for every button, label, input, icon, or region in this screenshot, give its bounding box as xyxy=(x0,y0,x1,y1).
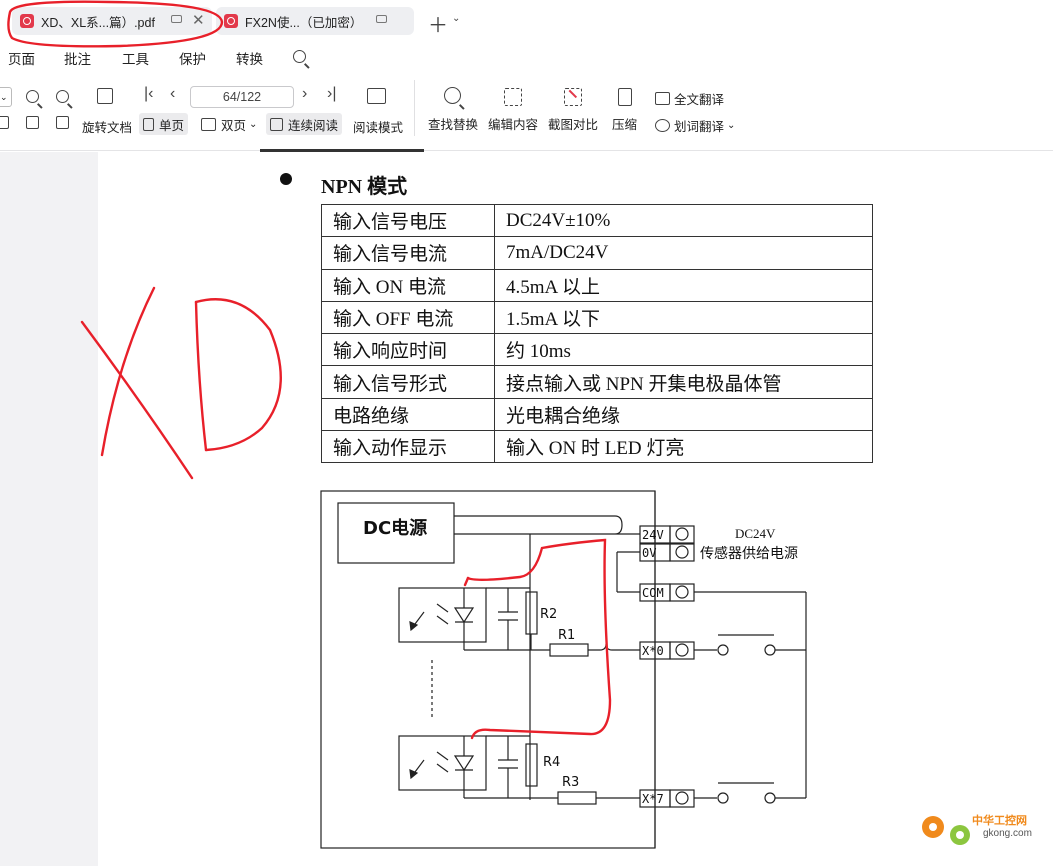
terminal-24v: 24V xyxy=(642,528,664,542)
tab-highlight-scribble xyxy=(7,0,224,48)
watermark-domain: gkong.com xyxy=(983,828,1032,839)
terminal-com: COM xyxy=(642,586,664,600)
sensor-supply-note: 传感器供给电源 xyxy=(700,545,798,562)
terminal-x0: X*0 xyxy=(642,644,664,658)
current-path-scribble xyxy=(466,538,612,740)
dc-power-label: DC电源 xyxy=(363,517,427,539)
resistor-r1-label: R1 xyxy=(558,628,575,643)
terminal-0v: 0V xyxy=(642,546,656,560)
handwritten-x-stroke xyxy=(100,286,156,457)
circuit-diagram: DC电源 24V 0V COM X*0 X*7 DC24V 传感器供给电源 R2… xyxy=(7,0,807,849)
terminal-x7: X*7 xyxy=(642,792,664,806)
dc24v-note: DC24V xyxy=(735,526,776,541)
watermark-title: 中华工控网 xyxy=(972,815,1027,827)
resistor-r4-label: R4 xyxy=(543,755,560,770)
red-annotations xyxy=(7,0,612,740)
resistor-r3-label: R3 xyxy=(562,775,579,790)
resistor-r2-label: R2 xyxy=(540,607,557,622)
